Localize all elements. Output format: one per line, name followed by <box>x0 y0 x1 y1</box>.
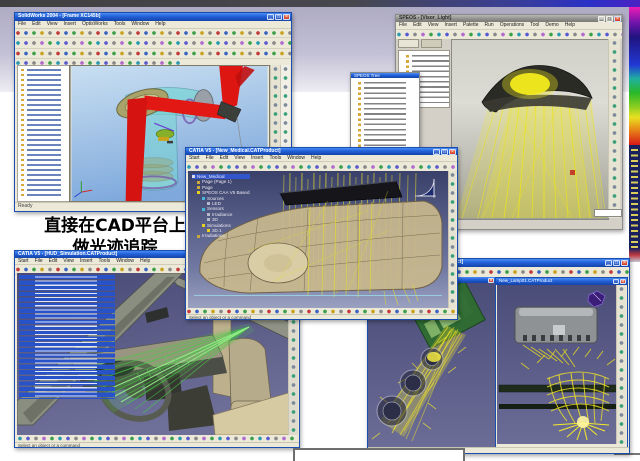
menu-view[interactable]: View <box>63 258 74 264</box>
top-gradient-band <box>0 0 640 7</box>
solidworks-window-title: SolidWorks 2004 - [Frame XC145b] <box>18 13 100 19</box>
beam-hotspot <box>427 352 441 362</box>
menu-insert[interactable]: Insert <box>444 22 457 28</box>
speos-tree-palette[interactable]: SPEOS Tree <box>350 72 420 154</box>
catia-viewport[interactable]: New_Medical Page (Page 1) Page SPEOS CAA… <box>188 171 448 308</box>
catia-statusbar: Select an object or a command <box>186 314 457 319</box>
standard-toolbar[interactable] <box>15 29 291 38</box>
lamp-child-titlebar[interactable]: New_Lamp01.CATProduct _ × <box>496 278 627 285</box>
catia-menubar[interactable]: Start File Edit View Insert Tools Window Help <box>186 155 457 162</box>
catia-titlebar[interactable]: CATIA V5 - [New_Medical.CATProduct] _ □ … <box>186 148 457 155</box>
menu-insert[interactable]: Insert <box>80 258 93 264</box>
hud-statusbar: Select an object or a command <box>15 442 299 447</box>
maximize-button[interactable]: □ <box>613 260 620 266</box>
lamp-child-viewport[interactable] <box>497 285 619 444</box>
menu-help[interactable]: Help <box>140 258 150 264</box>
menu-insert[interactable]: Insert <box>251 155 264 161</box>
status-text: Ready <box>18 203 32 209</box>
menu-help[interactable]: Help <box>565 22 575 28</box>
legend-text-strip <box>629 145 640 262</box>
menu-file[interactable]: File <box>399 22 407 28</box>
menu-view[interactable]: View <box>428 22 439 28</box>
burst-glow <box>577 416 589 428</box>
menu-edit[interactable]: Edit <box>49 258 58 264</box>
bottom-placeholder-box <box>293 448 465 461</box>
menu-file[interactable]: File <box>35 258 43 264</box>
view-toolbar[interactable] <box>15 49 291 59</box>
catia-right-toolstrip[interactable] <box>448 171 456 308</box>
menu-help[interactable]: Help <box>155 21 165 27</box>
visor-window-title: SPEOS - [Visor_Light] <box>399 15 451 21</box>
close-button[interactable]: × <box>283 14 290 20</box>
marker-dot <box>570 170 575 175</box>
tree-item[interactable]: Irradiations <box>202 233 225 238</box>
visor-ray-render <box>452 40 608 219</box>
tab-view[interactable] <box>398 39 419 48</box>
rainbow-colorbar <box>629 7 640 145</box>
hotspot <box>510 73 550 95</box>
menu-insert[interactable]: Insert <box>63 21 76 27</box>
close-button[interactable]: × <box>621 260 628 266</box>
lamp-child-title: New_Lamp01.CATProduct <box>499 278 552 283</box>
menu-tools[interactable]: Tools <box>270 155 282 161</box>
menu-tools[interactable]: Tools <box>114 21 126 27</box>
hud-window-title: CATIA V5 - [HUD_Simulation.CATProduct] <box>18 251 117 257</box>
visor-titlebar[interactable]: SPEOS - [Visor_Light] _ □ × <box>396 15 622 22</box>
close-button[interactable]: × <box>488 278 494 283</box>
minimize-button[interactable]: _ <box>605 260 612 266</box>
menu-start[interactable]: Start <box>189 155 200 161</box>
tab-settings[interactable] <box>421 39 442 48</box>
solidworks-menubar[interactable]: File Edit View Insert OptisWorks Tools Window H… <box>15 21 291 29</box>
menu-file[interactable]: File <box>18 21 26 27</box>
maximize-button[interactable]: □ <box>275 14 282 20</box>
menu-operations[interactable]: Operations <box>500 22 524 28</box>
feature-tree-panel[interactable] <box>17 65 71 202</box>
catia-medical-window[interactable]: CATIA V5 - [New_Medical.CATProduct] _ □ … <box>185 147 458 320</box>
menu-start[interactable]: Start <box>18 258 29 264</box>
menu-palette[interactable]: Palette <box>463 22 479 28</box>
minimize-button[interactable]: _ <box>613 279 619 284</box>
projector-housing <box>515 307 597 343</box>
menu-run[interactable]: Run <box>485 22 494 28</box>
menu-edit[interactable]: Edit <box>220 155 229 161</box>
hud-feature-tree-selected[interactable] <box>19 275 119 399</box>
menu-view[interactable]: View <box>234 155 245 161</box>
menu-tool[interactable]: Tool <box>530 22 539 28</box>
menu-window[interactable]: Window <box>116 258 134 264</box>
solidworks-titlebar[interactable]: SolidWorks 2004 - [Frame XC145b] _ □ × <box>15 13 291 21</box>
close-button[interactable]: × <box>620 279 626 284</box>
ground-line <box>194 295 442 296</box>
status-text: Select an object or a command <box>18 443 80 447</box>
menu-window[interactable]: Window <box>287 155 305 161</box>
catia-spec-tree[interactable]: New_Medical Page (Page 1) Page SPEOS CAA… <box>192 174 250 239</box>
menu-tools[interactable]: Tools <box>99 258 111 264</box>
visor-menubar[interactable]: File Edit View Insert Palette Run Operations To… <box>396 22 622 30</box>
palette-titlebar[interactable]: SPEOS Tree <box>351 73 419 78</box>
lightpipe-render <box>497 285 619 444</box>
menu-edit[interactable]: Edit <box>32 21 41 27</box>
menu-help[interactable]: Help <box>311 155 321 161</box>
optics-toolbar[interactable] <box>15 38 291 49</box>
palette-tree[interactable] <box>351 78 419 151</box>
menu-demo[interactable]: Demo <box>545 22 558 28</box>
visor-right-toolstrip[interactable] <box>608 39 620 218</box>
minimize-button[interactable]: _ <box>267 14 274 20</box>
seat <box>229 338 271 408</box>
menu-window[interactable]: Window <box>131 21 149 27</box>
status-text: Select an object or a command <box>189 315 251 319</box>
lamp-child-window[interactable]: New_Lamp01.CATProduct _ × <box>495 277 628 449</box>
visor-view-tabs[interactable] <box>398 39 442 48</box>
menu-optisworks[interactable]: OptisWorks <box>82 21 108 27</box>
menu-edit[interactable]: Edit <box>413 22 422 28</box>
visor-viewport[interactable] <box>451 39 609 220</box>
catia-window-title: CATIA V5 - [New_Medical.CATProduct] <box>189 148 281 154</box>
menu-view[interactable]: View <box>47 21 58 27</box>
lamp-right-toolstrip[interactable] <box>616 285 626 444</box>
visor-coord-field[interactable] <box>594 209 622 217</box>
caption-line-1: 直接在CAD平台上 <box>22 215 208 237</box>
menu-file[interactable]: File <box>206 155 214 161</box>
slide: 直接在CAD平台上 做光迹追踪 SPEOS - [Visor_Light] _ … <box>0 0 640 461</box>
palette-title: SPEOS Tree <box>354 73 380 78</box>
